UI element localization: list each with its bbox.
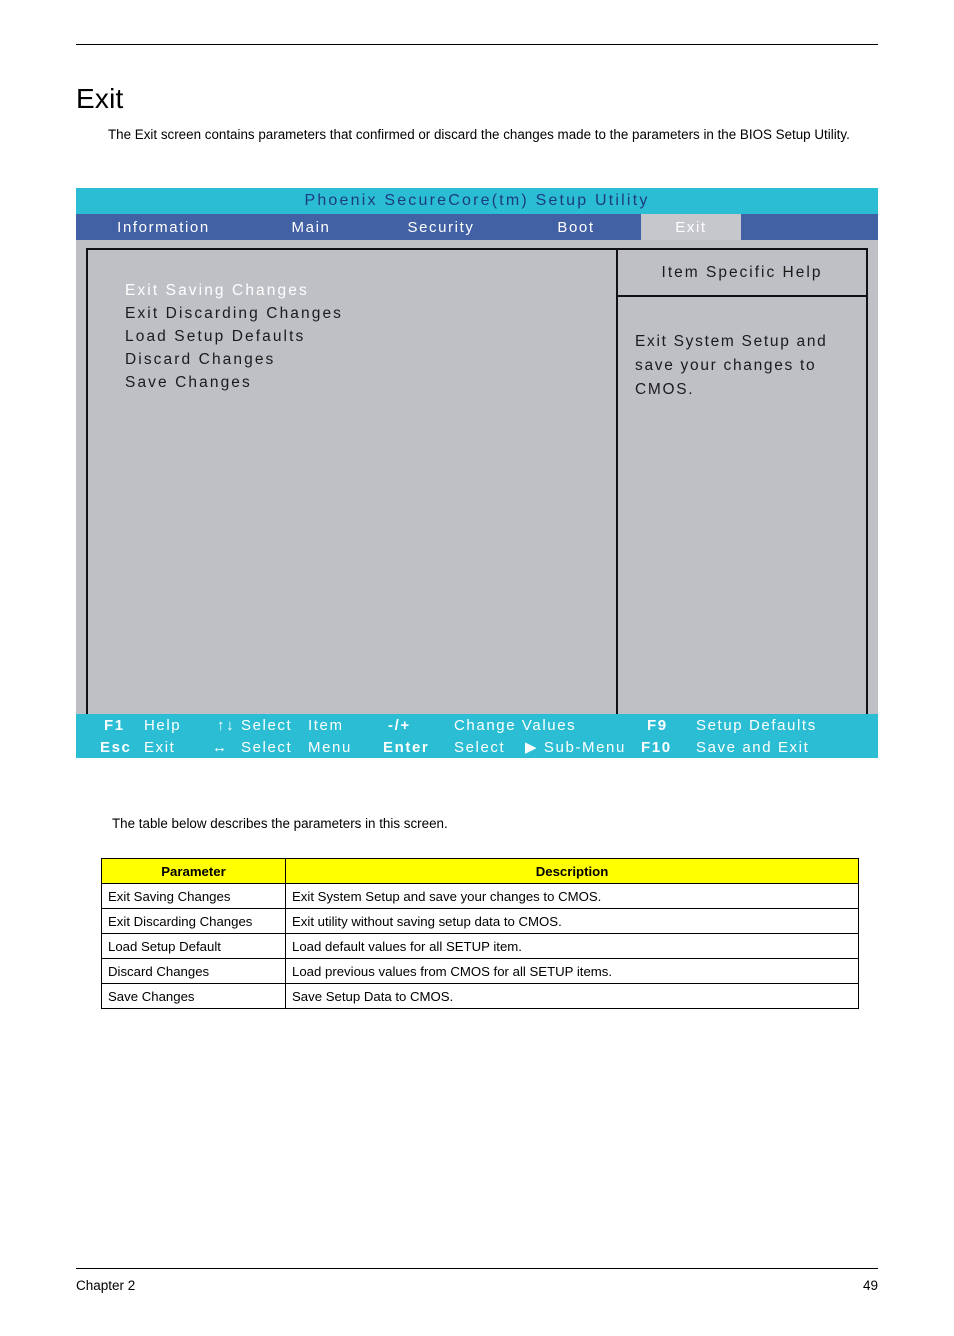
key-f9[interactable]: F9 <box>647 715 668 737</box>
cell-parameter: Exit Discarding Changes <box>101 908 286 934</box>
key-esc-action: Exit <box>144 739 176 756</box>
key-bar-row-1: F1 Help ↑↓ Select Item -/+ Change Values… <box>76 715 878 737</box>
header-rule <box>76 44 878 45</box>
table-header-row: Parameter Description <box>101 858 859 884</box>
menu-item-exit-saving-changes[interactable]: Exit Saving Changes <box>125 279 616 302</box>
bios-content-frame: Exit Saving Changes Exit Discarding Chan… <box>86 248 868 716</box>
key-bar-row-2: Esc Exit ↔ Select Menu Enter Select ▶ Su… <box>76 737 878 759</box>
cell-parameter: Load Setup Default <box>101 933 286 959</box>
bios-menu-list: Exit Saving Changes Exit Discarding Chan… <box>88 250 618 714</box>
key-plus-minus-action: Change Values <box>454 717 577 734</box>
menu-item-save-changes[interactable]: Save Changes <box>125 371 616 394</box>
help-panel-heading: Item Specific Help <box>618 250 866 297</box>
key-f10-action: Save and Exit <box>696 739 810 756</box>
bios-setup-screen: Phoenix SecureCore(tm) Setup Utility Inf… <box>76 188 878 758</box>
bios-function-key-bar: F1 Help ↑↓ Select Item -/+ Change Values… <box>76 714 878 758</box>
tab-exit[interactable]: Exit <box>641 214 741 240</box>
footer-page-number: 49 <box>862 1278 878 1293</box>
key-enter[interactable]: Enter <box>383 737 429 759</box>
key-f1-action: Help <box>144 717 182 734</box>
footer-chapter-label: Chapter 2 <box>76 1278 136 1293</box>
cell-parameter: Save Changes <box>101 983 286 1009</box>
tab-information[interactable]: Information <box>76 214 251 240</box>
footer-rule <box>76 1268 878 1269</box>
menu-item-exit-discarding-changes[interactable]: Exit Discarding Changes <box>125 302 616 325</box>
cell-description: Save Setup Data to CMOS. <box>285 983 859 1009</box>
up-down-arrow-icon: ↑↓ <box>217 717 236 734</box>
key-leftright-target: Menu <box>308 739 352 756</box>
key-f1[interactable]: F1 <box>104 715 125 737</box>
table-lead-paragraph: The table below describes the parameters… <box>112 816 448 832</box>
cell-parameter: Exit Saving Changes <box>101 883 286 909</box>
column-header-parameter: Parameter <box>101 858 286 884</box>
cell-parameter: Discard Changes <box>101 958 286 984</box>
key-updown-action: Select <box>241 717 293 734</box>
bios-tab-bar: Information Main Security Boot Exit <box>76 214 878 240</box>
key-esc[interactable]: Esc <box>100 737 132 759</box>
cell-description: Exit System Setup and save your changes … <box>285 883 859 909</box>
parameters-table-body: Exit Saving Changes Exit System Setup an… <box>101 883 859 1009</box>
parameters-table: Parameter Description Exit Saving Change… <box>101 858 859 1009</box>
key-f9-action: Setup Defaults <box>696 717 817 734</box>
key-f10[interactable]: F10 <box>641 737 672 759</box>
key-updown-target: Item <box>308 717 344 734</box>
intro-paragraph: The Exit screen contains parameters that… <box>108 127 850 143</box>
key-enter-action: Select <box>454 739 506 756</box>
table-row: Save Changes Save Setup Data to CMOS. <box>101 983 859 1009</box>
cell-description: Load previous values from CMOS for all S… <box>285 958 859 984</box>
table-row: Exit Saving Changes Exit System Setup an… <box>101 883 859 909</box>
menu-item-discard-changes[interactable]: Discard Changes <box>125 348 616 371</box>
help-text-line-1: Exit System Setup and <box>635 333 828 350</box>
item-specific-help-panel: Item Specific Help Exit System Setup and… <box>618 250 866 714</box>
tab-boot[interactable]: Boot <box>511 214 641 240</box>
bios-title-bar: Phoenix SecureCore(tm) Setup Utility <box>76 188 878 214</box>
tab-security[interactable]: Security <box>371 214 511 240</box>
bios-body: Exit Saving Changes Exit Discarding Chan… <box>76 240 878 722</box>
help-panel-text: Exit System Setup and save your changes … <box>618 297 866 402</box>
key-plus-minus[interactable]: -/+ <box>388 715 411 737</box>
cell-description: Exit utility without saving setup data t… <box>285 908 859 934</box>
submenu-arrow-icon: ▶ Sub-Menu <box>525 739 626 756</box>
left-right-arrow-icon: ↔ <box>212 739 229 756</box>
page-footer: Chapter 2 49 <box>76 1278 878 1293</box>
tab-main[interactable]: Main <box>251 214 371 240</box>
column-header-description: Description <box>285 858 859 884</box>
table-row: Load Setup Default Load default values f… <box>101 933 859 959</box>
help-text-line-3: CMOS. <box>635 381 695 398</box>
help-text-line-2: save your changes to <box>635 357 817 374</box>
page-title: Exit <box>76 82 124 114</box>
tab-bar-filler <box>741 214 878 240</box>
menu-item-load-setup-defaults[interactable]: Load Setup Defaults <box>125 325 616 348</box>
key-leftright-action: Select <box>241 739 293 756</box>
cell-description: Load default values for all SETUP item. <box>285 933 859 959</box>
table-row: Exit Discarding Changes Exit utility wit… <box>101 908 859 934</box>
table-row: Discard Changes Load previous values fro… <box>101 958 859 984</box>
